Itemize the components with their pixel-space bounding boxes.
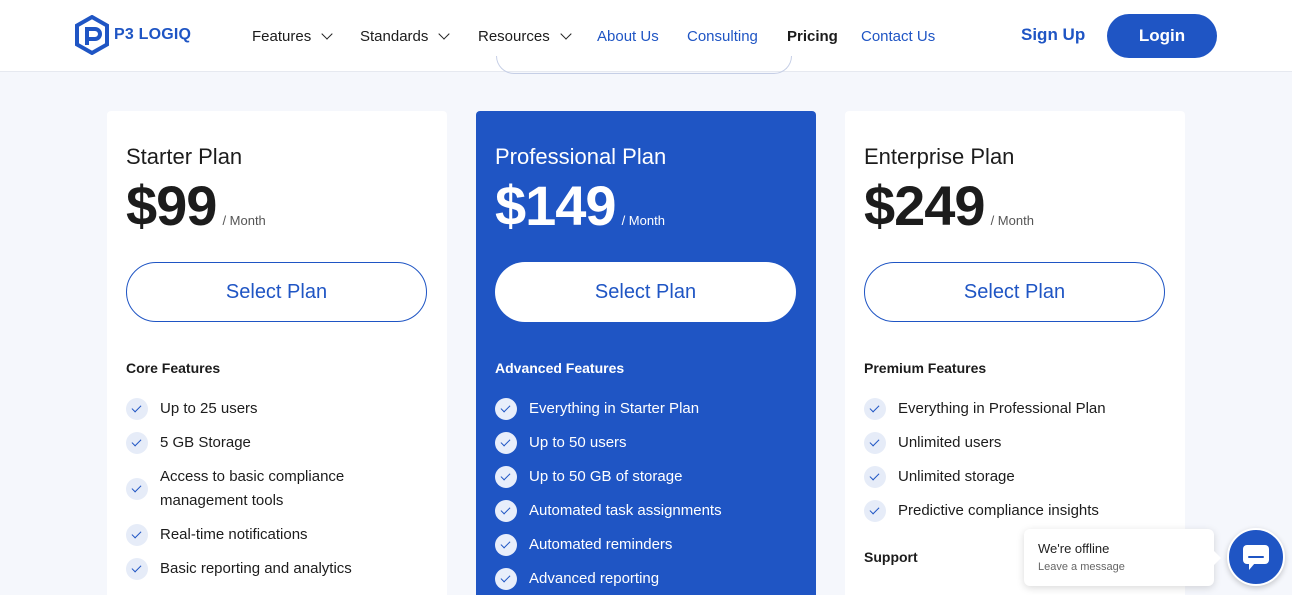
price-row: $149 / Month (495, 173, 665, 238)
nav-features[interactable]: Features (252, 27, 333, 45)
price-row: $249 / Month (864, 173, 1034, 238)
plan-name: Professional Plan (495, 144, 667, 169)
signup-link[interactable]: Sign Up (1021, 25, 1085, 45)
check-icon (864, 500, 886, 522)
feature-text: Up to 50 GB of storage (529, 468, 683, 485)
chevron-down-icon (560, 27, 572, 40)
feature-text: Unlimited storage (898, 468, 1015, 485)
plan-name: Enterprise Plan (864, 144, 1015, 169)
price-period: / Month (222, 213, 266, 228)
plan-price: $149 (495, 174, 617, 237)
check-icon (126, 524, 148, 546)
list-item: Unlimited users (864, 431, 1164, 455)
feature-text: Access to basic compliance management to… (160, 468, 345, 509)
select-plan-button[interactable]: Select Plan (126, 262, 427, 322)
list-item: Up to 50 users (495, 431, 795, 455)
features-section-title: Premium Features (864, 360, 987, 376)
plan-price: $99 (126, 174, 217, 237)
list-item: Real-time notifications (126, 523, 426, 547)
feature-text: Up to 25 users (160, 400, 258, 417)
chevron-down-icon (321, 27, 333, 40)
list-item: Basic reporting and analytics (126, 557, 426, 581)
feature-text: Unlimited users (898, 434, 1002, 451)
price-period: / Month (990, 213, 1034, 228)
check-icon (495, 432, 517, 454)
list-item: 5 GB Storage (126, 431, 426, 455)
list-item: Automated task assignments (495, 499, 795, 523)
feature-text: Everything in Starter Plan (529, 400, 700, 417)
brand-logo[interactable]: P3 LOGIQ (74, 15, 191, 55)
support-section-title: Support (864, 549, 918, 565)
nav-resources-label: Resources (478, 27, 550, 45)
chat-icon (1243, 545, 1269, 570)
nav-about[interactable]: About Us (597, 28, 659, 45)
chat-launcher-button[interactable] (1227, 528, 1285, 586)
plan-card-enterprise: Enterprise Plan $249 / Month Select Plan… (845, 111, 1185, 595)
p3-logo-icon (75, 15, 109, 55)
feature-list: Everything in Professional Plan Unlimite… (864, 397, 1164, 533)
check-icon (495, 466, 517, 488)
check-icon (495, 568, 517, 590)
feature-text: Automated reminders (529, 536, 673, 553)
check-icon (864, 398, 886, 420)
chat-title: We're offline (1038, 541, 1110, 556)
list-item: Everything in Professional Plan (864, 397, 1164, 421)
nav-consulting[interactable]: Consulting (687, 28, 758, 45)
nav-pricing[interactable]: Pricing (787, 28, 838, 45)
check-icon (495, 534, 517, 556)
chat-subtitle: Leave a message (1038, 561, 1125, 573)
brand-name: P3 LOGIQ (114, 26, 192, 43)
plan-card-professional: Professional Plan $149 / Month Select Pl… (476, 111, 816, 595)
chat-offline-bubble[interactable]: We're offline Leave a message (1024, 529, 1221, 586)
check-icon (126, 398, 148, 420)
nav-contact[interactable]: Contact Us (861, 28, 935, 45)
feature-list: Up to 25 users 5 GB Storage Access to ba… (126, 397, 426, 591)
nav-features-label: Features (252, 27, 312, 45)
chevron-down-icon (438, 27, 451, 40)
nav-resources[interactable]: Resources (478, 27, 572, 45)
feature-text: Predictive compliance insights (898, 502, 1099, 519)
feature-text: Up to 50 users (529, 434, 627, 451)
nav-standards[interactable]: Standards (360, 27, 451, 45)
list-item: Predictive compliance insights (864, 499, 1164, 523)
check-icon (495, 500, 517, 522)
feature-text: Real-time notifications (160, 526, 308, 543)
nav-standards-label: Standards (360, 27, 429, 45)
feature-text: 5 GB Storage (160, 434, 251, 451)
features-section-title: Advanced Features (495, 360, 625, 376)
list-item: Access to basic compliance management to… (126, 465, 426, 513)
list-item: Automated reminders (495, 533, 795, 557)
list-item: Up to 50 GB of storage (495, 465, 795, 489)
list-item: Up to 25 users (126, 397, 426, 421)
login-button[interactable]: Login (1107, 14, 1217, 58)
check-icon (126, 478, 148, 500)
check-icon (126, 432, 148, 454)
select-plan-button[interactable]: Select Plan (864, 262, 1165, 322)
feature-text: Automated task assignments (529, 502, 722, 519)
price-row: $99 / Month (126, 173, 266, 238)
check-icon (864, 432, 886, 454)
check-icon (864, 466, 886, 488)
list-item: Advanced reporting (495, 567, 795, 591)
plan-name: Starter Plan (126, 144, 243, 169)
check-icon (495, 398, 517, 420)
toggle-pill-edge (496, 56, 792, 74)
plan-card-starter: Starter Plan $99 / Month Select Plan Cor… (107, 111, 447, 595)
feature-text: Advanced reporting (529, 570, 660, 587)
feature-text: Basic reporting and analytics (160, 560, 352, 577)
price-period: / Month (621, 213, 665, 228)
list-item: Unlimited storage (864, 465, 1164, 489)
feature-list: Everything in Starter Plan Up to 50 user… (495, 397, 795, 595)
list-item: Everything in Starter Plan (495, 397, 795, 421)
check-icon (126, 558, 148, 580)
feature-text: Everything in Professional Plan (898, 400, 1106, 417)
plan-price: $249 (864, 174, 986, 237)
features-section-title: Core Features (126, 360, 221, 376)
select-plan-button[interactable]: Select Plan (495, 262, 796, 322)
